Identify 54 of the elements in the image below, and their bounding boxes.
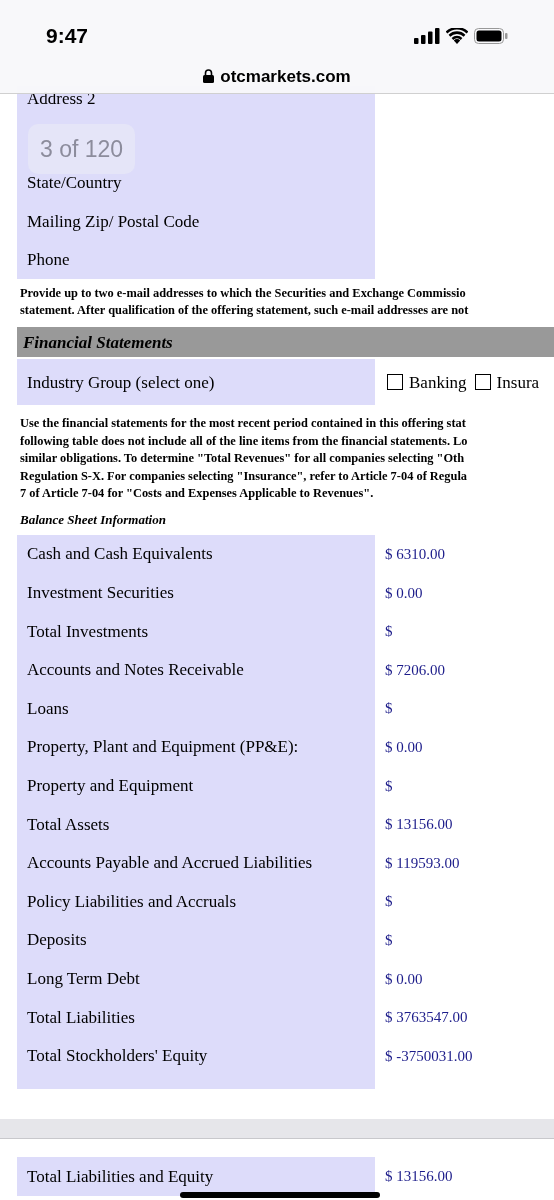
wifi-icon <box>446 27 468 44</box>
field-value: $ 119593.00 <box>385 853 460 873</box>
checkbox-label: Banking <box>409 371 467 394</box>
field-value: $ 0.00 <box>385 737 423 757</box>
battery-icon <box>474 27 508 44</box>
field-label: Total Investments <box>27 620 149 643</box>
field-label: Total Liabilities <box>27 1006 135 1029</box>
field-label: Mailing Zip/ Postal Code <box>27 210 200 233</box>
field-label: Phone <box>27 249 70 272</box>
field-value: $ 0.00 <box>385 583 423 603</box>
signal-icon <box>414 27 440 44</box>
note-line: statement. After qualification of the offering statement, such e-mail addresses are not <box>20 302 470 320</box>
field-value: $ 3763547.00 <box>385 1008 468 1028</box>
field-label: Investment Securities <box>27 582 174 605</box>
field-label: Total Assets <box>27 813 110 836</box>
find-overlay: 3 of 120 <box>28 124 136 174</box>
subheading: Balance Sheet Information <box>19 510 167 529</box>
field-value: $ <box>385 776 393 796</box>
instruction-line: similar obligations. To determine "Total Revenues" for all companies selecting "Oth <box>20 450 466 468</box>
field-label: Policy Liabilities and Accruals <box>27 890 237 913</box>
field-label: Industry Group (select one) <box>27 371 215 394</box>
section-title: Financial Statements <box>23 331 173 354</box>
checkbox-label: Insura <box>496 371 540 394</box>
field-label: Deposits <box>27 929 87 952</box>
instruction-line: following table does not include all of the line items from the financial statements. Lo <box>20 432 469 450</box>
field-label: Loans <box>27 697 69 720</box>
field-label: Accounts and Notes Receivable <box>27 659 244 682</box>
note-line: Provide up to two e-mail addresses to which the Securities and Exchange Commissio <box>20 285 467 303</box>
field-label: State/Country <box>27 171 122 194</box>
lock-icon <box>203 69 215 84</box>
field-value: $ 7206.00 <box>385 660 445 680</box>
checkbox[interactable] <box>387 374 403 391</box>
field-label: Total Stockholders' Equity <box>27 1045 208 1068</box>
checkbox[interactable] <box>474 374 491 391</box>
url-text[interactable]: otcmarkets.com <box>220 63 351 89</box>
field-value: $ 13156.00 <box>385 815 453 835</box>
field-label: Long Term Debt <box>27 968 140 990</box>
field-label: Cash and Cash Equivalents <box>27 543 213 566</box>
field-value: $ 0.00 <box>385 969 423 989</box>
field-label: Total Liabilities and Equity <box>27 1165 214 1188</box>
status-time: 9:47 <box>46 23 89 49</box>
instruction-line: Use the financial statements for the most recent period contained in this offering stat <box>20 415 467 433</box>
field-value: $ <box>385 622 393 642</box>
field-value: $ <box>385 699 393 719</box>
field-label: Property and Equipment <box>27 775 194 798</box>
field-label: Property, Plant and Equipment (PP&E): <box>27 736 299 759</box>
field-value: $ 6310.00 <box>385 545 445 564</box>
field-label: Accounts Payable and Accrued Liabilities <box>27 852 313 875</box>
field-value: $ 13156.00 <box>385 1167 453 1187</box>
instruction-line: Regulation S-X. For companies selecting "Insurance", refer to Article 7-04 of Regula <box>20 467 469 485</box>
instruction-line: 7 of Article 7-04 for "Costs and Expenses Applicable to Revenues". <box>20 485 375 503</box>
field-value: $ <box>385 930 393 950</box>
field-value: $ -3750031.00 <box>385 1046 473 1066</box>
field-value: $ <box>385 892 393 912</box>
